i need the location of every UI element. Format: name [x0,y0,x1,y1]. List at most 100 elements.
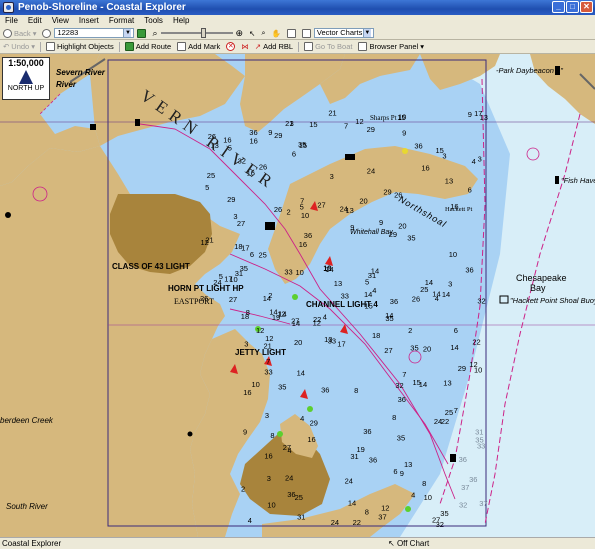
depth-sounding: 26 [274,205,282,214]
route-icon [124,42,134,51]
cursor-icon: ↖ [388,539,395,548]
depth-sounding: 35 [240,264,248,273]
depth-sounding: 9 [400,469,404,478]
menu-file[interactable]: File [0,15,23,27]
forward-button[interactable] [39,27,54,39]
menu-edit[interactable]: Edit [23,15,47,27]
label-hackett-pt: Hackett Pt [445,206,473,213]
back-button[interactable]: Back ▾ [0,27,39,39]
depth-sounding: 15 [397,113,405,122]
depth-sounding: 10 [252,380,260,389]
depth-sounding: 36 [469,475,477,484]
add-route-button[interactable]: Add Route [122,40,174,53]
buoy-green-4 [277,431,283,437]
chart-type-select[interactable]: Vector Charts ▼ [313,28,374,38]
add-mark-label: Add Mark [188,42,221,51]
minimize-button[interactable]: _ [552,1,565,13]
highlight-objects-button[interactable]: Highlight Objects [43,40,117,53]
rbl-icon: ↗ [254,42,262,51]
mark-icon [177,42,187,51]
depth-sounding: 6 [393,467,397,476]
title-bar: Penob-Shoreline - Coastal Explorer _ □ ✕ [0,0,595,15]
zoom-tool[interactable]: ⌕ [149,27,160,39]
depth-sounding: 37 [479,499,487,508]
back-arrow-icon [3,28,12,38]
menu-view[interactable]: View [47,15,74,27]
depth-sounding: 13 [334,279,342,288]
north-arrow-icon [19,70,33,84]
depth-sounding: 7 [454,406,458,415]
depth-sounding: 8 [270,431,274,440]
add-rbl-label: Add RBL [263,42,294,51]
depth-sounding: 8 [365,507,369,516]
scale-indicator[interactable]: 1:50,000 NORTH UP [2,57,50,100]
depth-sounding: 29 [310,419,318,428]
buoy-green-5 [405,506,411,512]
depth-sounding: 7 [344,122,348,131]
depth-sounding: 4 [323,313,327,322]
chart-view[interactable]: 17 2 5 14 24 3 36 4 6 8 4 12 9 35 3 7 15 14 24 12 4 4 26 27 35 22… [0,54,595,537]
depth-sounding: 14 [263,294,271,303]
depth-sounding: 25 [295,493,303,502]
depth-sounding: 17 [337,340,345,349]
zoom-in-button[interactable]: ⊕ [233,27,247,39]
go-button[interactable] [134,27,149,39]
depth-sounding: 20 [294,338,302,347]
label-fish-haven: "Fish Haven" [561,176,595,185]
depth-sounding: 21 [328,109,336,118]
depth-sounding: 13 [443,379,451,388]
depth-sounding: 9 [379,218,383,227]
menu-tools[interactable]: Tools [139,15,168,27]
close-button[interactable]: ✕ [580,1,593,13]
measure-button[interactable]: ⋈ [238,40,252,53]
hand-icon: ✋ [271,28,281,38]
add-mark-button[interactable]: Add Mark [174,40,223,53]
menu-insert[interactable]: Insert [74,15,104,27]
depth-sounding: 10 [424,493,432,502]
zoom-slider[interactable] [160,28,233,38]
layout-single-button[interactable] [284,27,299,39]
add-rbl-button[interactable]: ↗ Add RBL [252,40,296,53]
depth-sounding: 12 [381,503,389,512]
depth-sounding: 36 [398,395,406,404]
go-to-boat-button[interactable]: Go To Boat [301,40,355,53]
depth-sounding: 22 [353,518,361,527]
buoy-green-3 [307,406,313,412]
depth-sounding: 36 [363,427,371,436]
highlight-icon [46,42,55,51]
depth-sounding: 5 [205,183,209,192]
depth-sounding: 36 [287,490,295,499]
zoom-select-button[interactable]: ⌕ [258,27,268,39]
boat-icon [304,42,314,51]
measure-icon: ⋈ [241,42,249,51]
depth-sounding: 13 [324,335,332,344]
select-tool-button[interactable]: ↖ [246,27,258,39]
depth-sounding: 6 [250,250,254,259]
depth-sounding: 12 [201,238,209,247]
label-class-light: CLASS OF 43 LIGHT [112,262,190,271]
delete-button[interactable]: ✕ [223,40,238,53]
pan-tool-button[interactable]: ✋ [269,27,284,39]
label-whitehall-bay: Whitehall Bay [350,229,393,236]
location-combo[interactable]: 12283 ▼ [54,28,135,38]
depth-sounding: 14 [450,343,458,352]
depth-sounding: 29 [367,125,375,134]
nautical-chart: 1725142433646841293537151424124426273522… [0,54,595,537]
label-jetty-light: JETTY LIGHT [235,348,286,357]
menu-help[interactable]: Help [168,15,194,27]
panel-icon [358,42,368,51]
depth-sounding: 16 [421,164,429,173]
undo-button[interactable]: ↶ Undo ▾ [0,40,38,53]
zoom-slider-thumb[interactable] [200,28,206,38]
go-arrow-icon [137,28,147,38]
menu-format[interactable]: Format [104,15,139,27]
layout-split-button[interactable] [299,27,314,39]
depth-sounding: 12 [277,310,285,319]
browser-panel-button[interactable]: Browser Panel ▾ [355,40,427,53]
depth-sounding: 20 [423,345,431,354]
maximize-button[interactable]: □ [566,1,579,13]
label-horn-light: HORN PT LIGHT HP [168,284,244,293]
depth-sounding: 24 [367,167,375,176]
label-daybeacon: -Park Daybeacon 1" [496,66,563,75]
depth-sounding: 24 [285,473,293,482]
